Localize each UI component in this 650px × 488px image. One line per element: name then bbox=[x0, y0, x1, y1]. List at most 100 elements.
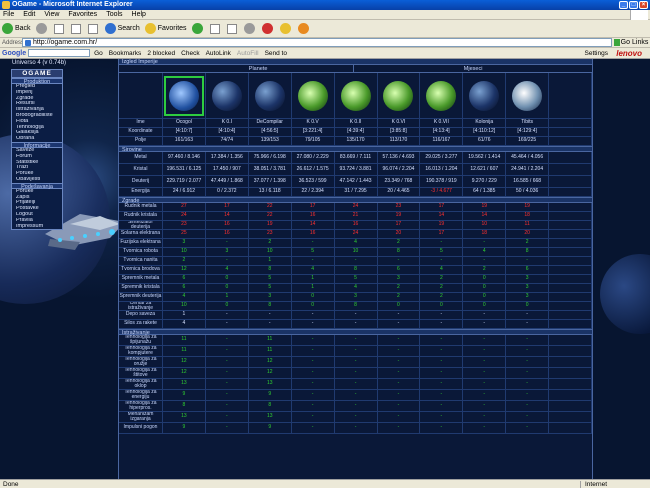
table-cell: 27.080 / 2.229 bbox=[291, 152, 335, 164]
address-input[interactable]: http://ogame.com.hr/ bbox=[22, 38, 612, 47]
table-cell: 6 bbox=[163, 284, 206, 293]
table-cell: 6 bbox=[163, 275, 206, 284]
table-cell: 3 bbox=[506, 284, 550, 293]
search-button[interactable]: Search bbox=[104, 23, 140, 34]
go-button[interactable]: Go bbox=[612, 39, 630, 46]
table-cell: - bbox=[291, 412, 335, 423]
popup-blocked-button[interactable]: 2 blocked bbox=[147, 50, 175, 57]
table-cell: 21 bbox=[334, 212, 378, 221]
back-button[interactable]: Back bbox=[2, 23, 31, 34]
table-cell: 9 bbox=[163, 390, 206, 401]
table-cell: - bbox=[334, 379, 378, 390]
planet-thumbnail[interactable] bbox=[380, 78, 416, 114]
folder-button[interactable] bbox=[279, 23, 293, 34]
bookmarks-button[interactable]: Bookmarks bbox=[109, 50, 142, 57]
table-cell: [3:221:4] bbox=[291, 128, 335, 137]
table-cell: 8 bbox=[248, 302, 292, 311]
table-cell: - bbox=[334, 368, 378, 379]
google-search-input[interactable] bbox=[28, 49, 91, 57]
maximize-button[interactable]: □ bbox=[629, 1, 638, 9]
table-cell: 47.449 / 1.868 bbox=[205, 176, 249, 188]
table-cell: - bbox=[377, 357, 421, 368]
menu-tools[interactable]: Tools bbox=[106, 11, 122, 18]
close-button[interactable]: × bbox=[639, 1, 648, 9]
table-cell: 4 bbox=[463, 248, 507, 257]
table-cell: - bbox=[506, 390, 550, 401]
ie-toolbar: Back Search Favorites bbox=[0, 20, 650, 38]
table-cell: - bbox=[334, 423, 378, 434]
table-cell: - bbox=[334, 401, 378, 412]
planet-icon bbox=[383, 80, 414, 111]
table-cell: 13 bbox=[248, 379, 292, 390]
history-button[interactable] bbox=[191, 23, 205, 34]
row-label: Rudnik metala bbox=[119, 203, 163, 212]
table-cell: - bbox=[291, 368, 335, 379]
table-cell: 8 bbox=[334, 302, 378, 311]
home-button[interactable] bbox=[87, 23, 100, 34]
table-cell: 19 bbox=[463, 203, 507, 212]
window-title-bar: OGame - Microsoft Internet Explorer _ □ … bbox=[0, 0, 650, 10]
autolink-button[interactable]: AutoLink bbox=[206, 50, 231, 57]
print-button[interactable] bbox=[226, 23, 239, 34]
table-row: Tehnologija za oklop 13-13- - - - - - bbox=[119, 379, 592, 390]
forward-button[interactable] bbox=[35, 23, 49, 34]
table-cell: - bbox=[377, 335, 421, 346]
table-cell: 2 bbox=[248, 239, 292, 248]
table-cell: 10 bbox=[163, 302, 206, 311]
messenger-button[interactable] bbox=[297, 23, 311, 34]
menu-favorites[interactable]: Favorites bbox=[68, 11, 97, 18]
nav-item[interactable]: Impressum bbox=[12, 224, 62, 230]
send-to-button[interactable]: Send to bbox=[265, 50, 287, 57]
menu-file[interactable]: File bbox=[3, 11, 14, 18]
star-icon bbox=[144, 23, 156, 34]
planet-thumbnail[interactable] bbox=[209, 78, 245, 114]
table-cell: - bbox=[506, 346, 550, 357]
table-row: Tehnologija za energiju 9-9- - - - - - bbox=[119, 390, 592, 401]
table-cell: Ocogol bbox=[163, 119, 206, 128]
table-cell: 2 bbox=[377, 293, 421, 302]
autofill-button[interactable]: AutoFill bbox=[237, 50, 259, 57]
table-cell: 11 bbox=[248, 335, 292, 346]
table-cell: - bbox=[463, 335, 507, 346]
minimize-button[interactable]: _ bbox=[619, 1, 628, 9]
planet-thumbnail[interactable] bbox=[295, 78, 331, 114]
planet-thumbnail[interactable] bbox=[252, 78, 288, 114]
table-cell: 17 bbox=[377, 221, 421, 230]
mail-button[interactable] bbox=[209, 23, 222, 34]
check-button[interactable]: Check bbox=[181, 50, 199, 57]
yahoo-button[interactable] bbox=[261, 23, 275, 34]
refresh-button[interactable] bbox=[70, 23, 83, 34]
menu-help[interactable]: Help bbox=[132, 11, 146, 18]
planet-thumbnail[interactable] bbox=[163, 75, 204, 116]
planet-thumbnail[interactable] bbox=[466, 78, 502, 114]
home-icon bbox=[87, 23, 98, 34]
planet-thumbnail[interactable] bbox=[423, 78, 459, 114]
table-cell: - bbox=[506, 357, 550, 368]
table-cell: 10 bbox=[463, 221, 507, 230]
yahoo-icon bbox=[261, 23, 273, 34]
table-cell: 14 bbox=[463, 212, 507, 221]
settings-button[interactable]: Settings bbox=[585, 50, 609, 57]
table-cell: - bbox=[420, 311, 464, 320]
table-cell: - bbox=[205, 346, 249, 357]
menu-edit[interactable]: Edit bbox=[23, 11, 35, 18]
table-cell: 139/153 bbox=[248, 137, 292, 146]
table-cell: 12.621 / 607 bbox=[463, 164, 507, 176]
table-cell: 5 bbox=[291, 248, 335, 257]
stop-button[interactable] bbox=[53, 23, 66, 34]
row-label: Tvornica brodova bbox=[119, 266, 163, 275]
table-cell: - bbox=[463, 423, 507, 434]
planet-thumbnail[interactable] bbox=[509, 78, 545, 114]
planet-thumbnail[interactable] bbox=[338, 78, 374, 114]
table-cell: 50 / 4.036 bbox=[506, 188, 550, 197]
links-button[interactable]: Links bbox=[630, 39, 650, 46]
table-cell: 37.077 / 1.398 bbox=[248, 176, 292, 188]
edit-button[interactable] bbox=[243, 23, 257, 34]
table-cell: 5 bbox=[420, 248, 464, 257]
table-cell: 12 bbox=[163, 266, 206, 275]
table-cell: - bbox=[506, 257, 550, 266]
table-cell: [4:39:4] bbox=[334, 128, 378, 137]
menu-view[interactable]: View bbox=[44, 11, 59, 18]
google-go-button[interactable]: Go bbox=[94, 50, 103, 57]
favorites-button[interactable]: Favorites bbox=[144, 23, 187, 34]
